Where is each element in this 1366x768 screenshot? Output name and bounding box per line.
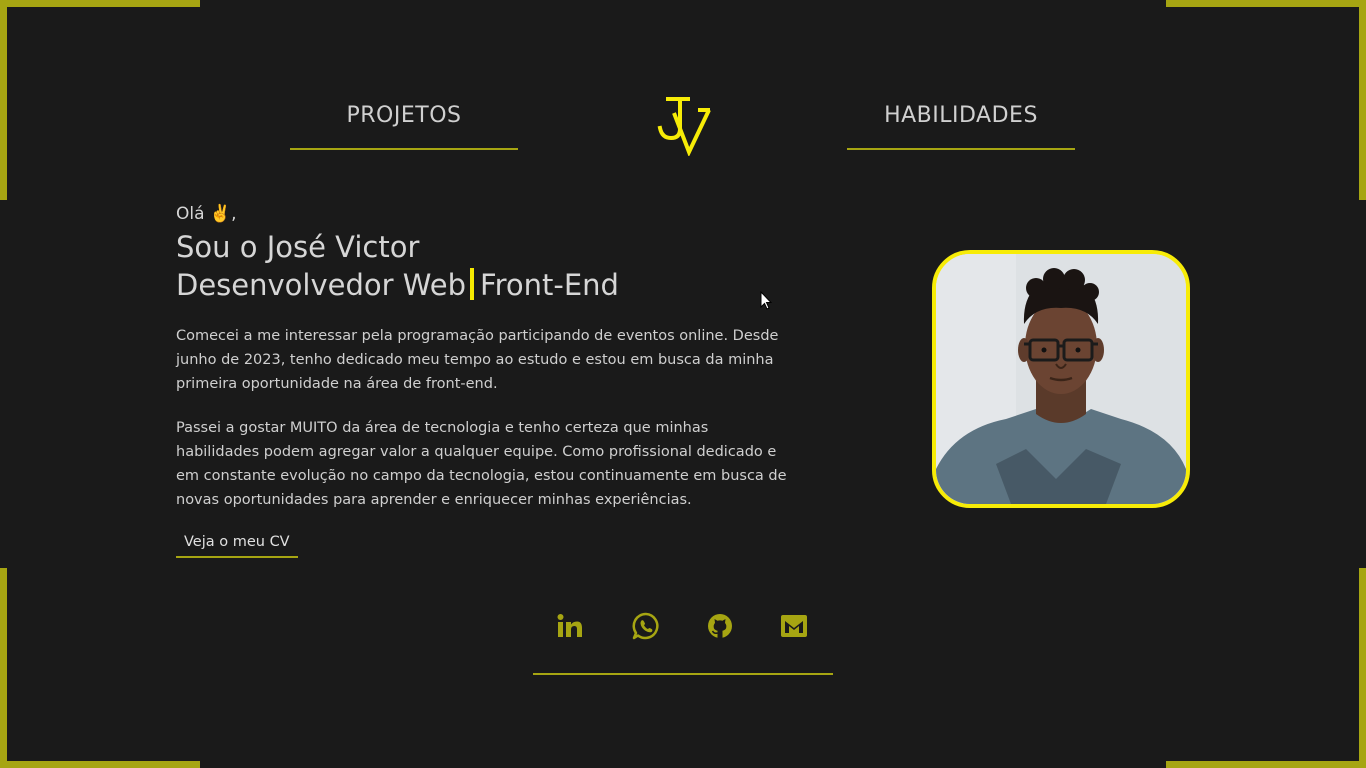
corner-decoration [0, 0, 200, 7]
view-cv-button[interactable]: Veja o meu CV [176, 530, 298, 558]
nav-skills-link[interactable]: HABILIDADES [847, 100, 1075, 150]
whatsapp-icon[interactable] [631, 611, 661, 641]
corner-decoration [1166, 761, 1366, 768]
about-paragraph-1: Comecei a me interessar pela programação… [176, 328, 779, 392]
mouse-cursor-icon [760, 290, 773, 311]
mail-icon[interactable] [779, 611, 809, 641]
intro-section: Olá ✌️, Sou o José Victor Desenvolvedor … [176, 200, 796, 558]
name-line: Sou o José Victor [176, 230, 420, 264]
greeting-text: Olá ✌️, [176, 204, 237, 224]
headline: Sou o José Victor Desenvolvedor Web Front… [176, 228, 796, 304]
role-main: Desenvolvedor Web [176, 268, 466, 302]
github-icon[interactable] [705, 611, 735, 641]
corner-decoration [0, 761, 200, 768]
corner-decoration [1359, 0, 1366, 200]
nav-projects-link[interactable]: PROJETOS [290, 100, 518, 150]
corner-decoration [0, 568, 7, 768]
corner-decoration [0, 0, 7, 200]
logo-jv-icon[interactable] [654, 96, 714, 158]
profile-photo [932, 250, 1190, 508]
corner-decoration [1359, 568, 1366, 768]
corner-decoration [1166, 0, 1366, 7]
social-links [533, 605, 833, 675]
role-sub: Front-End [480, 268, 619, 302]
about-paragraph-2: Passei a gostar MUITO da área de tecnolo… [176, 420, 787, 508]
linkedin-icon[interactable] [555, 611, 585, 641]
role-separator [470, 268, 474, 300]
